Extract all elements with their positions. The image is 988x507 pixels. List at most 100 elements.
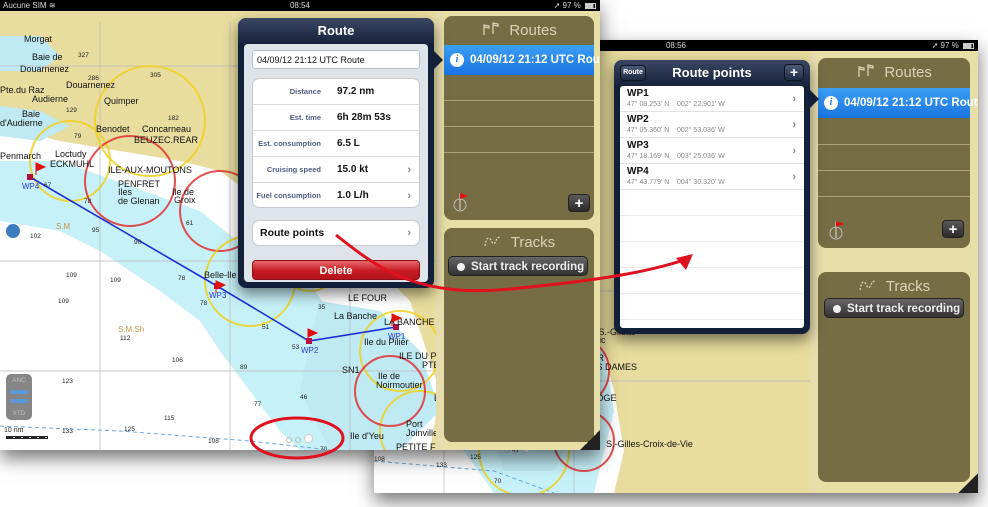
empty-row — [620, 268, 804, 294]
depth-sounding: 61 — [186, 220, 194, 227]
popover-arrow — [810, 90, 819, 108]
depth-sounding: 115 — [164, 415, 175, 422]
waypoint-marker — [27, 174, 33, 180]
chevron-right-icon: › — [792, 93, 796, 105]
page-indicator[interactable] — [286, 430, 316, 448]
depth-sounding: 46 — [300, 394, 308, 401]
scale-label: 10 nm — [4, 427, 24, 434]
chevron-right-icon: › — [407, 164, 411, 176]
map-place-label: Concarneau — [142, 124, 191, 134]
map-place-label: Ile du Pilier — [364, 337, 409, 347]
depth-sounding: 109 — [58, 298, 69, 305]
track-icon — [859, 280, 876, 291]
divider — [818, 170, 970, 171]
chevron-right-icon: › — [792, 145, 796, 157]
tracks-panel: Tracks Start track recording — [818, 272, 970, 482]
waypoint-label: WP2 — [301, 346, 319, 355]
detail-row-est-consumption: Est. consumption 6.5 L — [253, 131, 419, 157]
depth-sounding: 89 — [240, 364, 248, 371]
record-dot-icon — [833, 305, 841, 313]
depth-sounding: 129 — [66, 107, 77, 114]
route-points-popover: Route points Route + WP1 47° 08.253' N 0… — [614, 60, 819, 334]
map-place-label: SN1 — [342, 365, 360, 375]
add-route-point-button[interactable]: + — [784, 64, 804, 81]
route-points-button[interactable]: Route points › — [252, 220, 420, 246]
tracks-panel-title: Tracks — [444, 234, 594, 251]
route-point-row[interactable]: WP4 47° 43.779' N 004° 30.320' W › — [620, 164, 804, 190]
route-name-input[interactable] — [252, 50, 420, 69]
depth-sounding: 109 — [66, 272, 77, 279]
route-point-row[interactable]: WP1 47° 08.253' N 002° 22.901' W › — [620, 86, 804, 112]
detail-row-est-time: Est. time 6h 28m 53s — [253, 105, 419, 131]
route-point-row[interactable]: WP3 47° 18.169' N 003° 25.036' W › — [620, 138, 804, 164]
map-place-label: ILE-AUX-MOUTONS — [108, 165, 192, 175]
popover-body: Distance 97.2 nm Est. time 6h 28m 53s Es… — [244, 44, 428, 282]
route-point-row[interactable]: WP2 47° 05.360' N 002° 53.036' W › — [620, 112, 804, 138]
depth-sounding: 133 — [62, 428, 73, 435]
area-label: S.M — [56, 222, 71, 231]
anc-xtd-widget[interactable]: ANC XTD — [6, 374, 32, 420]
page-dot — [286, 437, 292, 443]
info-icon[interactable]: i — [450, 53, 464, 67]
route-flag-icon — [829, 221, 844, 240]
map-place-label: Audierne — [32, 94, 68, 104]
route-list-item-selected[interactable]: i 04/09/12 21:12 UTC Route — [444, 45, 600, 75]
detail-row-cruising-speed[interactable]: Cruising speed 15.0 kt › — [253, 157, 419, 183]
depth-sounding: 182 — [168, 115, 179, 122]
detail-row-distance: Distance 97.2 nm — [253, 79, 419, 105]
depth-sounding: 286 — [88, 75, 99, 82]
chevron-right-icon: › — [407, 190, 411, 202]
routes-panel: Routes i 04/09/12 21:12 UTC Route + — [818, 58, 978, 248]
depth-sounding: 78 — [200, 300, 208, 307]
start-track-recording-button[interactable]: Start track recording — [448, 256, 588, 276]
depth-sounding: 125 — [470, 454, 481, 461]
add-route-button[interactable]: + — [568, 194, 590, 212]
page-curl[interactable] — [958, 473, 978, 493]
depth-sounding: 77 — [254, 401, 262, 408]
divider — [818, 196, 970, 197]
start-track-recording-button[interactable]: Start track recording — [824, 298, 964, 318]
popover-title: Route — [238, 18, 434, 44]
back-to-route-button[interactable]: Route — [620, 65, 646, 81]
map-place-label: Groix — [174, 195, 196, 205]
waypoint-label: WP4 — [22, 182, 40, 191]
depth-sounding: 123 — [62, 378, 73, 385]
route-list-item-selected[interactable]: i 04/09/12 21:12 UTC Route — [818, 88, 978, 118]
tracks-panel-title: Tracks — [818, 278, 970, 295]
battery-icon — [963, 42, 974, 49]
divider — [444, 100, 594, 101]
depth-sounding: 305 — [150, 72, 161, 79]
depth-sounding: 70 — [320, 446, 328, 450]
map-place-label: Loctudy — [55, 149, 87, 159]
battery-icon — [585, 2, 596, 9]
flags-icon — [483, 22, 499, 35]
depth-sounding: 109 — [110, 277, 121, 284]
add-route-button[interactable]: + — [942, 220, 964, 238]
map-place-label: d'Audierne — [0, 118, 43, 128]
depth-sounding: 108 — [208, 438, 219, 445]
detail-row-fuel-consumption[interactable]: Fuel consumption 1.0 L/h › — [253, 183, 419, 209]
record-dot-icon — [457, 263, 465, 271]
screenshot-route-details: Aucune SIM ≋ 08:54 ➚ 97 % WP4 WP3 WP2 WP1 Mo… — [0, 0, 600, 450]
waypoint-marker — [306, 338, 312, 344]
track-icon — [484, 236, 501, 247]
divider — [818, 144, 970, 145]
map-place-label: Morgat — [24, 34, 53, 44]
page-curl[interactable] — [580, 430, 600, 450]
depth-sounding: 133 — [436, 462, 447, 469]
map-place-label: BEUZEC.REAR — [134, 135, 199, 145]
depth-sounding: 53 — [292, 344, 300, 351]
chevron-right-icon: › — [792, 171, 796, 183]
divider — [444, 126, 594, 127]
scale-bar — [6, 436, 48, 439]
map-place-label: Benodet — [96, 124, 130, 134]
depth-sounding: 79 — [74, 133, 82, 140]
routes-panel: Routes i 04/09/12 21:12 UTC Route + — [444, 16, 600, 220]
map-place-label: Baie de — [32, 52, 63, 62]
info-icon[interactable]: i — [824, 96, 838, 110]
delete-route-button[interactable]: Delete — [252, 260, 420, 280]
area-label: S.M.Sh — [118, 325, 144, 334]
anc-bar — [10, 390, 28, 394]
flags-icon — [858, 64, 874, 77]
map-place-label: Quimper — [104, 96, 139, 106]
